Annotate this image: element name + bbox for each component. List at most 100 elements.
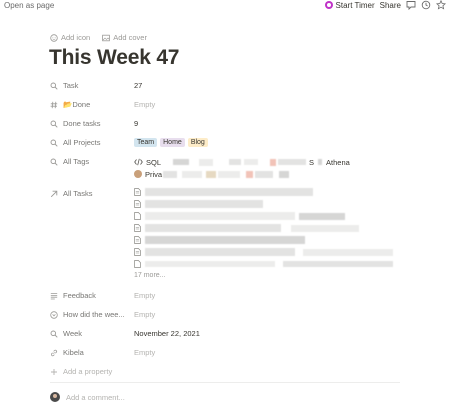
redacted-text <box>229 159 242 165</box>
show-more-tasks-link[interactable]: 17 more... <box>134 272 404 279</box>
task-item[interactable] <box>134 198 404 210</box>
share-button[interactable]: Share <box>380 1 401 10</box>
property-how-did-week-value: Empty <box>134 310 156 319</box>
property-week-label: Week <box>63 329 83 338</box>
project-tag[interactable]: Blog <box>187 138 208 147</box>
redacted-text <box>182 170 203 178</box>
redacted-text <box>145 188 313 196</box>
page-icon <box>134 188 141 196</box>
redacted-text <box>145 224 281 232</box>
task-item[interactable] <box>134 234 404 246</box>
redacted-text <box>206 170 217 178</box>
property-kibela-label: Kibela <box>63 348 84 357</box>
clock-icon[interactable] <box>421 0 431 10</box>
property-task[interactable]: Task 27 <box>50 78 400 93</box>
add-icon-button[interactable]: Add icon <box>50 33 90 42</box>
redacted-text <box>173 159 190 165</box>
page-icon <box>134 224 141 232</box>
redacted-text <box>279 170 290 178</box>
property-all-tasks-name: All Tasks <box>50 186 130 201</box>
add-cover-label: Add cover <box>113 33 147 42</box>
task-item[interactable] <box>134 186 404 198</box>
property-how-did-week[interactable]: How did the wee... Empty <box>50 307 400 322</box>
redacted-text <box>283 261 393 267</box>
search-icon <box>50 82 58 90</box>
timer-icon <box>324 1 333 9</box>
property-week-value: November 22, 2021 <box>134 329 200 338</box>
top-bar-actions: Start Timer Share <box>324 0 446 10</box>
property-all-tasks-label: All Tasks <box>63 189 93 198</box>
tag-athena[interactable]: Athena <box>326 158 350 167</box>
project-tag[interactable]: Team <box>134 138 158 147</box>
page-icon <box>134 200 141 208</box>
page-icon <box>134 248 141 256</box>
search-icon <box>50 330 58 338</box>
page-icon <box>134 212 141 220</box>
property-kibela-value: Empty <box>134 348 156 357</box>
image-icon <box>102 34 110 41</box>
property-done-tasks[interactable]: Done tasks 9 <box>50 116 400 131</box>
divider <box>50 382 400 383</box>
redacted-text <box>145 212 295 220</box>
property-done-label: 📂Done <box>63 100 91 109</box>
property-week[interactable]: Week November 22, 2021 <box>50 326 400 341</box>
tags-row-2: Priva <box>134 168 290 180</box>
page-title[interactable]: This Week 47 <box>49 46 179 70</box>
page-meta-actions: Add icon Add cover <box>50 33 147 42</box>
property-feedback[interactable]: Feedback Empty <box>50 288 400 303</box>
property-done-tasks-value: 9 <box>134 119 139 128</box>
search-icon <box>50 139 58 147</box>
property-feedback-value: Empty <box>134 291 156 300</box>
property-done-tasks-name: Done tasks <box>50 116 130 131</box>
property-done-value: Empty <box>134 100 156 109</box>
redacted-text <box>246 170 254 178</box>
open-as-page-link[interactable]: Open as page <box>4 1 54 10</box>
property-task-value: 27 <box>134 81 143 90</box>
tag-priv[interactable]: Priva <box>145 170 162 179</box>
all-tasks-list: 17 more... <box>134 186 404 279</box>
redacted-text <box>163 170 178 178</box>
code-icon <box>134 158 143 166</box>
property-kibela[interactable]: Kibela Empty <box>50 345 400 360</box>
tag-sql[interactable]: SQL <box>146 158 161 167</box>
start-timer-button[interactable]: Start Timer <box>324 1 375 10</box>
person-icon <box>134 170 142 178</box>
property-task-label: Task <box>63 81 79 90</box>
search-icon <box>50 158 58 166</box>
comment-placeholder: Add a comment... <box>66 392 125 402</box>
property-done[interactable]: 📂Done Empty <box>50 97 400 112</box>
star-icon[interactable] <box>436 0 446 10</box>
property-all-tags-name: All Tags <box>50 154 130 169</box>
arrow-up-right-icon <box>50 190 58 197</box>
add-property-button[interactable]: Add a property <box>50 364 400 379</box>
plus-icon <box>51 368 57 375</box>
search-icon <box>50 120 58 128</box>
property-all-projects-name: All Projects <box>50 135 130 150</box>
redacted-text <box>199 158 214 166</box>
avatar <box>50 392 60 402</box>
project-tag[interactable]: Home <box>160 138 185 147</box>
redacted-text <box>291 224 359 232</box>
property-all-projects-label: All Projects <box>63 138 101 147</box>
property-all-projects-value: Team Home Blog <box>134 135 211 150</box>
task-item[interactable] <box>134 210 404 222</box>
property-all-projects[interactable]: All Projects Team Home Blog <box>50 135 400 150</box>
comment-input[interactable]: Add a comment... <box>50 392 125 402</box>
redacted-text <box>303 248 393 256</box>
top-bar: Open as page Start Timer Share <box>0 0 451 13</box>
task-item[interactable] <box>134 258 404 270</box>
tags-row-1: SQL S Athena <box>134 156 350 168</box>
page-icon <box>134 260 141 268</box>
task-item[interactable] <box>134 246 404 258</box>
tag-s[interactable]: S <box>309 158 314 167</box>
property-week-name: Week <box>50 326 130 341</box>
add-cover-button[interactable]: Add cover <box>102 33 147 42</box>
redacted-text <box>318 159 323 165</box>
redacted-text <box>145 236 305 244</box>
comment-icon[interactable] <box>406 0 416 10</box>
task-item[interactable] <box>134 222 404 234</box>
property-feedback-label: Feedback <box>63 291 96 300</box>
text-lines-icon <box>50 292 58 299</box>
redacted-text <box>218 170 241 178</box>
redacted-text <box>244 159 259 165</box>
